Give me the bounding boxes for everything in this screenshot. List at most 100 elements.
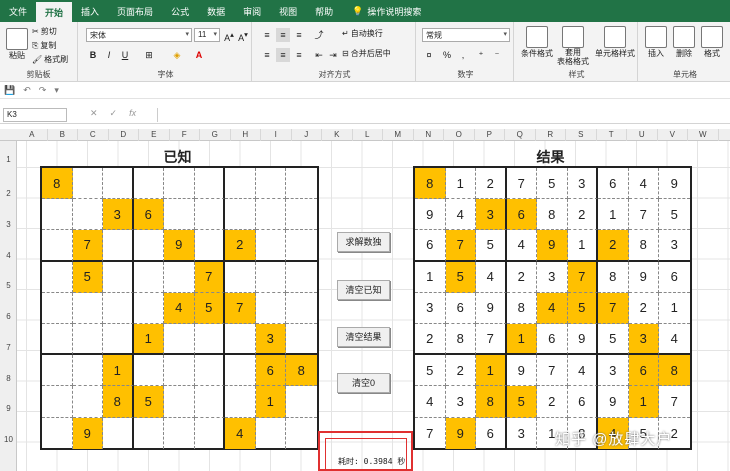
result-cell[interactable]: 2 [506,261,537,293]
row-header-10[interactable]: 10 [0,435,17,444]
result-cell[interactable]: 8 [537,199,568,231]
tab-7[interactable]: 视图 [270,0,306,22]
column-header-J[interactable]: J [292,129,322,141]
result-cell[interactable]: 5 [659,199,690,231]
clear-result-button[interactable]: 清空结果 [337,327,390,347]
known-cell[interactable] [225,261,256,293]
result-cell[interactable]: 1 [415,261,446,293]
result-cell[interactable]: 1 [628,386,659,418]
known-cell[interactable] [72,168,103,200]
redo-icon[interactable]: ↷ [39,85,47,96]
result-cell[interactable]: 3 [507,417,537,449]
confirm-icon[interactable]: ✓ [110,108,118,119]
format-as-table-button[interactable]: 套用 表格格式 [556,26,590,66]
number-format-combo[interactable]: 常规 ▾ [422,28,510,42]
cut-button[interactable]: ✂ 剪切 [32,26,57,37]
known-cell[interactable] [133,355,164,387]
known-cell[interactable] [255,230,286,262]
result-cell[interactable]: 6 [537,324,568,356]
known-cell[interactable] [103,324,134,356]
row-header-7[interactable]: 7 [0,343,17,352]
result-cell[interactable]: 8 [598,261,629,293]
column-header-N[interactable]: N [414,129,444,141]
font-grow-button[interactable]: A▴ [222,28,236,43]
column-header-S[interactable]: S [566,129,597,141]
result-cell[interactable]: 2 [537,386,568,418]
tab-4[interactable]: 公式 [162,0,198,22]
result-cell[interactable]: 4 [476,261,507,293]
customize-icon[interactable]: ▾ [54,85,59,96]
column-header-C[interactable]: C [78,129,109,141]
align-left-icon[interactable]: ≡ [260,48,274,62]
result-cell[interactable]: 5 [598,324,629,356]
result-cell[interactable]: 8 [659,355,690,387]
known-cell[interactable]: 1 [103,355,134,387]
known-cell[interactable]: 4 [164,292,195,324]
result-cell[interactable]: 6 [659,262,690,293]
known-cell[interactable] [286,199,317,231]
formula-input[interactable] [157,108,730,122]
result-cell[interactable]: 3 [445,386,476,418]
paste-button[interactable]: 粘贴 [6,28,28,61]
column-header-E[interactable]: E [139,129,170,141]
cell-styles-button[interactable]: 单元格样式 [594,26,636,59]
align-bottom-icon[interactable]: ≡ [292,28,306,42]
column-header-F[interactable]: F [170,129,200,141]
font-shrink-button[interactable]: A▾ [236,28,250,43]
result-cell[interactable]: 3 [567,168,598,200]
result-cell[interactable]: 9 [537,230,568,262]
known-cell[interactable] [225,324,256,356]
result-cell[interactable]: 7 [445,230,476,262]
result-cell[interactable]: 8 [415,168,446,200]
known-cell[interactable] [42,417,73,449]
result-cell[interactable]: 9 [506,355,537,387]
result-cell[interactable]: 6 [476,417,507,449]
result-cell[interactable]: 9 [415,199,446,231]
known-cell[interactable] [42,199,73,231]
known-cell[interactable] [255,292,286,324]
result-cell[interactable]: 8 [506,292,537,324]
result-cell[interactable]: 7 [567,261,598,293]
tab-1[interactable]: 开始 [36,0,73,22]
align-middle-icon[interactable]: ≡ [276,28,290,42]
column-header-B[interactable]: B [48,129,78,141]
indent-increase-icon[interactable]: ⇥ [326,48,340,62]
result-cell[interactable]: 4 [537,292,568,324]
known-cell[interactable] [72,199,103,231]
result-cell[interactable]: 9 [628,261,659,293]
known-cell[interactable] [42,386,73,418]
known-cell[interactable] [164,199,195,231]
known-cell[interactable]: 5 [72,261,103,293]
known-cell[interactable] [42,292,73,324]
result-cell[interactable]: 3 [537,261,568,293]
border-button[interactable]: ⊞ [142,48,156,62]
result-cell[interactable]: 8 [628,230,659,262]
result-cell[interactable]: 4 [567,355,598,387]
known-cell[interactable]: 6 [255,355,286,387]
row-header-4[interactable]: 4 [0,251,17,260]
known-cell[interactable] [133,292,164,324]
result-cell[interactable]: 9 [476,292,507,324]
result-cell[interactable]: 8 [476,386,507,418]
column-header-I[interactable]: I [261,129,292,141]
percent-button[interactable]: % [440,48,454,62]
result-cell[interactable]: 6 [567,386,598,418]
known-cell[interactable] [72,386,103,418]
column-header-X[interactable]: X [719,129,730,141]
save-icon[interactable]: 💾 [4,85,15,96]
known-cell[interactable]: 8 [103,386,134,418]
result-cell[interactable]: 5 [506,386,537,418]
known-cell[interactable]: 4 [225,417,256,449]
known-cell[interactable] [42,230,73,262]
column-header-L[interactable]: L [353,129,383,141]
result-cell[interactable]: 1 [659,293,690,324]
column-header-R[interactable]: R [536,129,566,141]
row-header-3[interactable]: 3 [0,220,17,229]
result-cell[interactable]: 1 [567,230,598,262]
conditional-format-button[interactable]: 条件格式 [520,26,554,59]
column-header-M[interactable]: M [383,129,414,141]
known-cell[interactable] [72,292,103,324]
known-cell[interactable] [164,168,195,200]
solve-button[interactable]: 求解数独 [337,232,390,252]
result-cell[interactable]: 7 [598,292,629,324]
